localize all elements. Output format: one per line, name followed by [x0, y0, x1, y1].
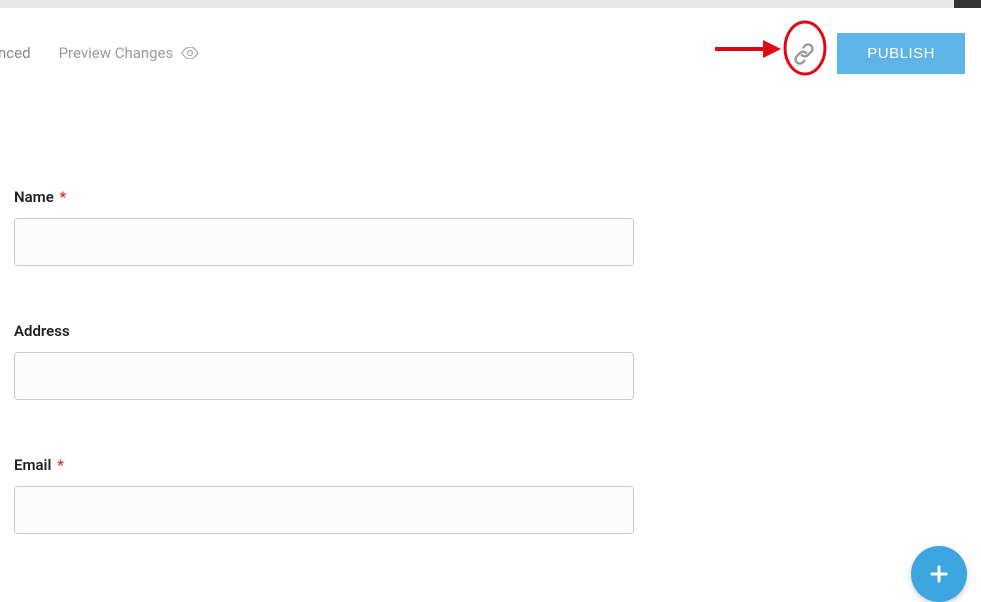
form-area: Name * Address Email * [0, 68, 650, 534]
form-field-email: Email * [14, 456, 650, 534]
add-fab-button[interactable] [911, 546, 967, 602]
address-input[interactable] [14, 352, 634, 400]
form-field-address: Address [14, 322, 650, 400]
email-input[interactable] [14, 486, 634, 534]
required-mark: * [60, 188, 67, 206]
tab-advanced-partial[interactable]: nced [0, 44, 31, 62]
link-button[interactable] [789, 39, 819, 69]
header-row: nced Preview Changes PUBLISH [0, 8, 981, 68]
field-label-address: Address [14, 322, 650, 340]
header-actions: PUBLISH [789, 33, 965, 74]
field-label-email: Email * [14, 456, 650, 474]
field-label-text: Name [14, 188, 54, 206]
publish-button[interactable]: PUBLISH [837, 33, 965, 74]
form-field-name: Name * [14, 188, 650, 266]
field-label-text: Address [14, 322, 70, 340]
plus-icon [927, 562, 951, 586]
field-label-text: Email [14, 456, 51, 474]
top-bar-dark-segment [954, 0, 981, 8]
name-input[interactable] [14, 218, 634, 266]
eye-icon [181, 47, 199, 59]
required-mark: * [57, 456, 64, 474]
field-label-name: Name * [14, 188, 650, 206]
preview-changes-label: Preview Changes [59, 44, 174, 62]
top-bar-strip [0, 0, 981, 8]
preview-changes-button[interactable]: Preview Changes [59, 44, 200, 62]
link-icon [791, 41, 817, 67]
